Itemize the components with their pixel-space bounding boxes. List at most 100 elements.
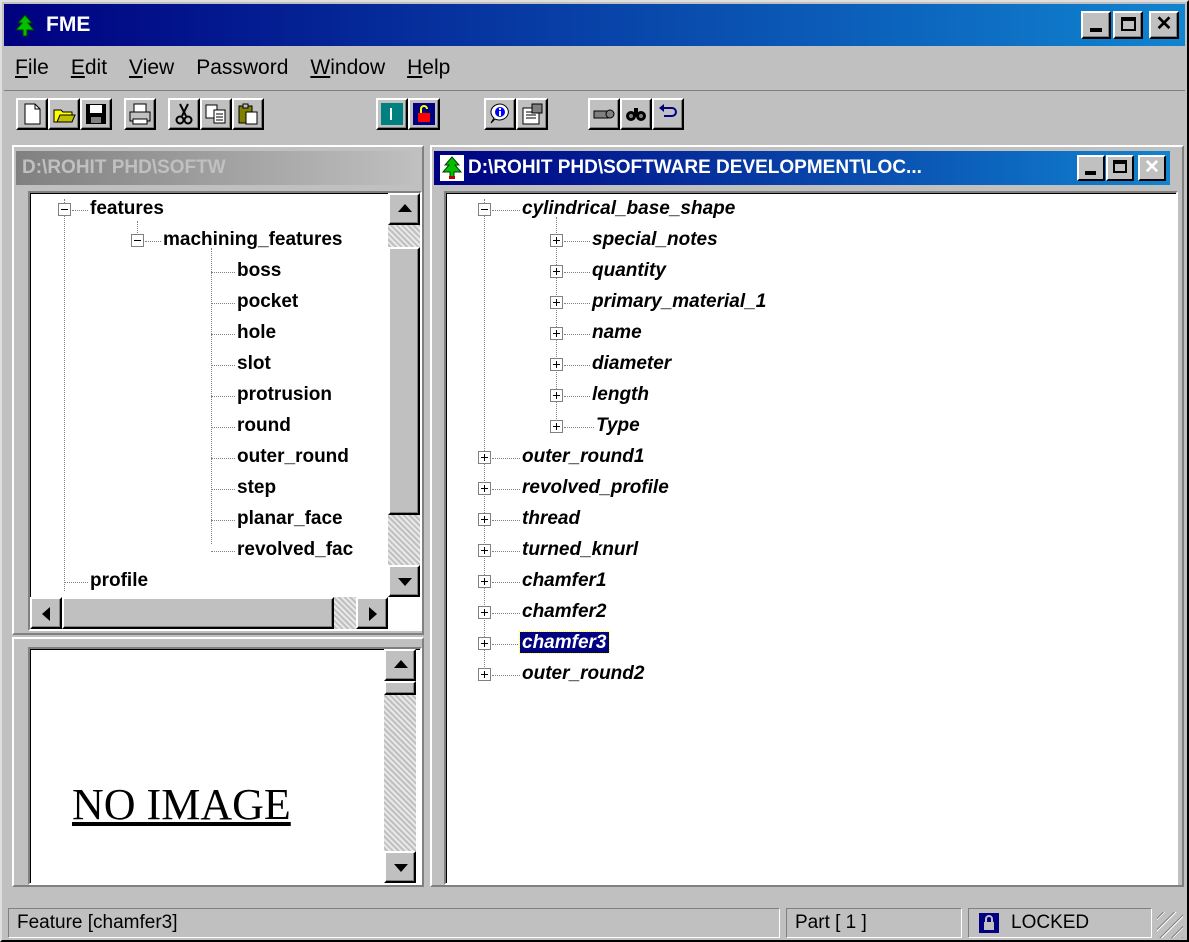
collapse-machining-features-icon[interactable] — [131, 234, 144, 247]
menu-help[interactable]: Help — [396, 56, 461, 80]
properties-button[interactable] — [516, 98, 548, 130]
scroll-thumb[interactable] — [388, 247, 420, 515]
tree-node-round[interactable]: round — [237, 410, 291, 441]
tree-node-chamfer2[interactable]: chamfer2 — [522, 596, 607, 627]
maximize-button[interactable] — [1113, 11, 1143, 39]
child-minimize-button[interactable] — [1077, 155, 1105, 181]
expand-primary-material-icon[interactable] — [550, 296, 563, 309]
tree-node-machining-features[interactable]: machining_features — [163, 224, 343, 255]
left-window-title[interactable]: D:\ROHIT PHD\SOFTW — [16, 151, 420, 185]
arrow-down-icon — [394, 864, 408, 872]
scroll-left-button[interactable] — [30, 597, 62, 629]
tree-node-revolved-profile[interactable]: revolved_profile — [522, 472, 669, 503]
expand-name-icon[interactable] — [550, 327, 563, 340]
open-button[interactable] — [48, 98, 80, 130]
collapse-features-icon[interactable] — [58, 203, 71, 216]
tree-node-boss[interactable]: boss — [237, 255, 281, 286]
scroll-down-button[interactable] — [388, 565, 420, 597]
expand-type-icon[interactable] — [550, 420, 563, 433]
tree-node-primary-material-1[interactable]: primary_material_1 — [592, 286, 766, 317]
expand-revolved-profile-icon[interactable] — [478, 482, 491, 495]
tree-node-features[interactable]: features — [90, 193, 164, 224]
tree-node-quantity[interactable]: quantity — [592, 255, 666, 286]
title-bar[interactable]: FME ✕ — [4, 4, 1185, 46]
tree-horizontal-scrollbar[interactable] — [30, 597, 388, 629]
cut-icon — [175, 103, 193, 125]
print-button[interactable] — [124, 98, 156, 130]
tree-node-chamfer1[interactable]: chamfer1 — [522, 565, 607, 596]
collapse-cylindrical-base-shape-icon[interactable] — [478, 203, 491, 216]
tree-node-type[interactable]: Type — [596, 410, 640, 441]
expand-chamfer2-icon[interactable] — [478, 606, 491, 619]
tree-node-planar-face[interactable]: planar_face — [237, 503, 343, 534]
tree-node-chamfer3-selected[interactable]: chamfer3 — [519, 627, 610, 658]
preview-vertical-scrollbar[interactable] — [384, 649, 416, 883]
tree-node-outer-round1[interactable]: outer_round1 — [522, 441, 644, 472]
tree-node-name[interactable]: name — [592, 317, 642, 348]
cut-button[interactable] — [168, 98, 200, 130]
new-button[interactable] — [16, 98, 48, 130]
menu-edit[interactable]: Edit — [60, 56, 118, 80]
close-button[interactable]: ✕ — [1149, 11, 1179, 39]
expand-diameter-icon[interactable] — [550, 358, 563, 371]
image-preview-window: NO IMAGE — [12, 637, 424, 887]
scroll-up-button[interactable] — [388, 193, 420, 225]
about-button[interactable] — [484, 98, 516, 130]
expand-turned-knurl-icon[interactable] — [478, 544, 491, 557]
menu-window[interactable]: Window — [299, 56, 396, 80]
copy-button[interactable] — [200, 98, 232, 130]
tree-node-profile[interactable]: profile — [90, 565, 148, 596]
tree-node-pocket[interactable]: pocket — [237, 286, 298, 317]
resize-grip[interactable] — [1157, 912, 1183, 938]
child-maximize-button[interactable] — [1106, 155, 1134, 181]
menu-file[interactable]: File — [4, 56, 60, 80]
tree-node-cylindrical-base-shape[interactable]: cylindrical_base_shape — [522, 193, 735, 224]
expand-thread-icon[interactable] — [478, 513, 491, 526]
expand-quantity-icon[interactable] — [550, 265, 563, 278]
tree-node-step[interactable]: step — [237, 472, 276, 503]
menu-view[interactable]: View — [118, 56, 185, 80]
minimize-button[interactable] — [1081, 11, 1111, 39]
preview-scroll-up-button[interactable] — [384, 649, 416, 681]
horizontal-scroll-thumb[interactable] — [62, 597, 334, 629]
status-part: Part [ 1 ] — [786, 908, 962, 938]
undo-button[interactable] — [652, 98, 684, 130]
child-window-controls: ✕ — [1077, 155, 1166, 181]
paste-button[interactable] — [232, 98, 264, 130]
expand-special-notes-icon[interactable] — [550, 234, 563, 247]
tree-node-diameter[interactable]: diameter — [592, 348, 671, 379]
lock-icon — [413, 103, 435, 125]
key-button[interactable] — [588, 98, 620, 130]
tree-node-outer-round[interactable]: outer_round — [237, 441, 349, 472]
menu-password[interactable]: Password — [185, 56, 299, 80]
tree-node-turned-knurl[interactable]: turned_knurl — [522, 534, 638, 565]
status-bar: Feature [chamfer3] Part [ 1 ] LOCKED — [4, 906, 1185, 940]
selected-node-label[interactable]: chamfer3 — [519, 631, 610, 654]
expand-chamfer3-icon[interactable] — [478, 637, 491, 650]
expand-chamfer1-icon[interactable] — [478, 575, 491, 588]
main-window-title-bar[interactable]: D:\ROHIT PHD\SOFTWARE DEVELOPMENT\LOC...… — [434, 151, 1170, 185]
find-button[interactable] — [620, 98, 652, 130]
save-button[interactable] — [80, 98, 112, 130]
undo-icon — [659, 104, 677, 117]
lock-button[interactable] — [408, 98, 440, 130]
no-image-label: NO IMAGE — [72, 780, 291, 829]
expand-outer-round2-icon[interactable] — [478, 668, 491, 681]
feature-tree-view: features machining_features boss pocket … — [28, 191, 422, 631]
child-close-button[interactable]: ✕ — [1138, 155, 1166, 181]
tree-node-outer-round2[interactable]: outer_round2 — [522, 658, 644, 689]
tree-node-revolved-face[interactable]: revolved_fac — [237, 534, 353, 565]
tree-node-protrusion[interactable]: protrusion — [237, 379, 332, 410]
tree-node-thread[interactable]: thread — [522, 503, 580, 534]
tree-node-length[interactable]: length — [592, 379, 649, 410]
tree-vertical-scrollbar[interactable] — [388, 193, 420, 597]
scroll-right-button[interactable] — [356, 597, 388, 629]
expand-length-icon[interactable] — [550, 389, 563, 402]
expand-outer-round1-icon[interactable] — [478, 451, 491, 464]
preview-scroll-down-button[interactable] — [384, 851, 416, 883]
tree-node-hole[interactable]: hole — [237, 317, 276, 348]
preview-scroll-thumb[interactable] — [384, 681, 416, 695]
panel-button[interactable] — [376, 98, 408, 130]
tree-node-slot[interactable]: slot — [237, 348, 271, 379]
tree-node-special-notes[interactable]: special_notes — [592, 224, 718, 255]
